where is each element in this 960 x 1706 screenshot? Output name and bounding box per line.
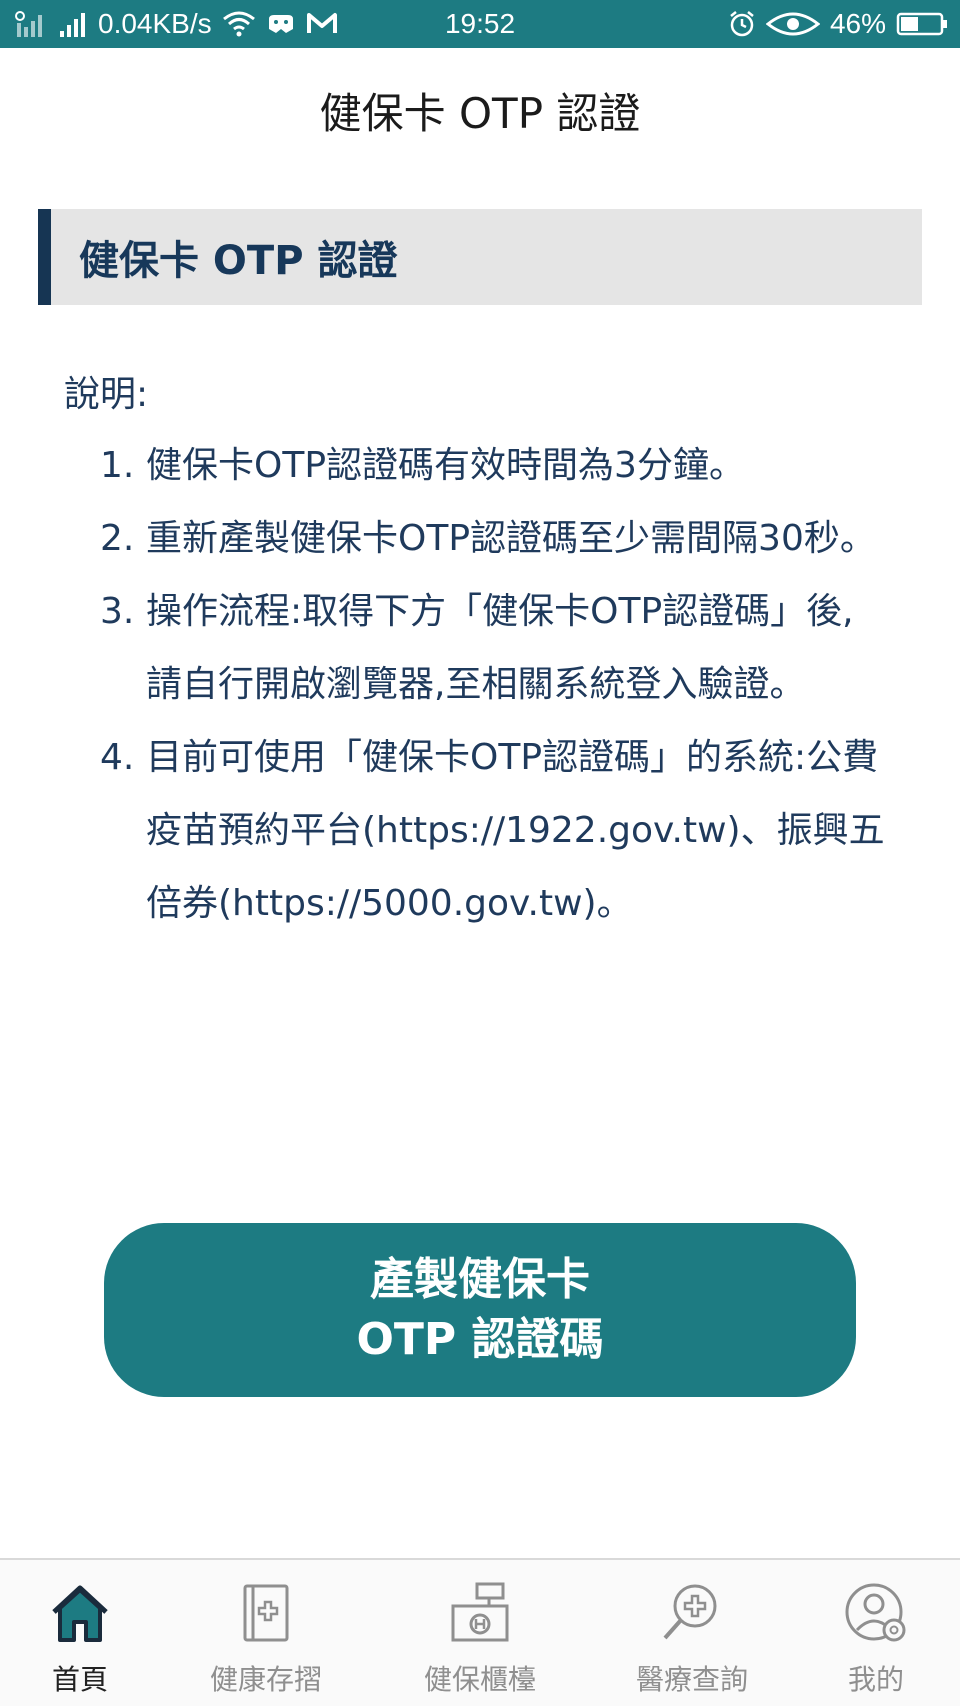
wifi-icon (222, 10, 256, 38)
status-bar: 0.04KB/s 19:52 46% (0, 0, 960, 48)
page-title: 健保卡 OTP 認證 (319, 88, 641, 138)
description-label: 說明: (64, 374, 149, 415)
mail-icon (306, 11, 338, 37)
nav-item-medical-search[interactable]: 醫療查詢 (622, 1560, 762, 1706)
health-book-icon (241, 1578, 291, 1648)
status-left: 0.04KB/s (14, 0, 338, 48)
generate-otp-button-line2: OTP 認證碼 (356, 1314, 604, 1365)
signal-icon (14, 9, 48, 39)
list-item-number: 4. (100, 737, 135, 778)
home-icon (48, 1578, 112, 1648)
list-item: 1. 健保卡OTP認證碼有效時間為3分鐘。 (100, 429, 900, 502)
generate-otp-button-line1: 產製健保卡 (370, 1254, 590, 1305)
nav-label-medical-search: 醫療查詢 (635, 1663, 748, 1696)
battery-icon (896, 11, 948, 37)
list-item-number: 1. (100, 445, 135, 486)
counter-icon (449, 1578, 511, 1648)
list-item: 2. 重新產製健保卡OTP認證碼至少需間隔30秒。 (100, 502, 900, 575)
nav-item-profile[interactable]: 我的 (816, 1560, 936, 1706)
eye-icon (765, 10, 820, 38)
alarm-icon (728, 10, 756, 38)
list-item-text: 健保卡OTP認證碼有效時間為3分鐘。 (146, 445, 745, 486)
app-screen: 0.04KB/s 19:52 46% 健保卡 OTP 認證 健保卡 OTP 認證… (0, 0, 960, 1706)
list-item-number: 2. (100, 518, 135, 559)
nav-label-home: 首頁 (51, 1663, 108, 1696)
list-item: 4. 目前可使用「健保卡OTP認證碼」的系統:公費疫苗預約平台(https://… (100, 721, 900, 940)
nav-item-health-book[interactable]: 健康存摺 (196, 1560, 336, 1706)
description-list: 1. 健保卡OTP認證碼有效時間為3分鐘。 2. 重新產製健保卡OTP認證碼至少… (100, 429, 900, 940)
signal-icon (58, 9, 88, 39)
list-item-number: 3. (100, 591, 135, 632)
generate-otp-button[interactable]: 產製健保卡 OTP 認證碼 (104, 1223, 856, 1397)
nav-item-counter[interactable]: 健保櫃檯 (410, 1560, 550, 1706)
list-item: 3. 操作流程:取得下方「健保卡OTP認證碼」後,請自行開啟瀏覽器,至相關系統登… (100, 575, 900, 721)
nav-label-counter: 健保櫃檯 (423, 1663, 536, 1696)
nav-label-health-book: 健康存摺 (209, 1663, 322, 1696)
bottom-nav: 首頁 健康存摺 健保櫃檯 醫療查詢 我的 (0, 1558, 960, 1706)
list-item-text: 重新產製健保卡OTP認證碼至少需間隔30秒。 (146, 518, 876, 559)
game-icon (266, 11, 296, 37)
profile-settings-icon (844, 1578, 908, 1648)
nav-item-home[interactable]: 首頁 (24, 1560, 136, 1706)
list-item-text: 操作流程:取得下方「健保卡OTP認證碼」後,請自行開啟瀏覽器,至相關系統登入驗證… (146, 591, 854, 705)
section-header: 健保卡 OTP 認證 (38, 209, 922, 305)
nav-label-profile: 我的 (847, 1663, 904, 1696)
medical-search-icon (661, 1578, 723, 1648)
network-speed: 0.04KB/s (98, 8, 212, 39)
status-right: 46% (728, 0, 948, 48)
list-item-text: 目前可使用「健保卡OTP認證碼」的系統:公費疫苗預約平台(https://192… (146, 737, 885, 924)
battery-percent: 46% (829, 8, 886, 39)
